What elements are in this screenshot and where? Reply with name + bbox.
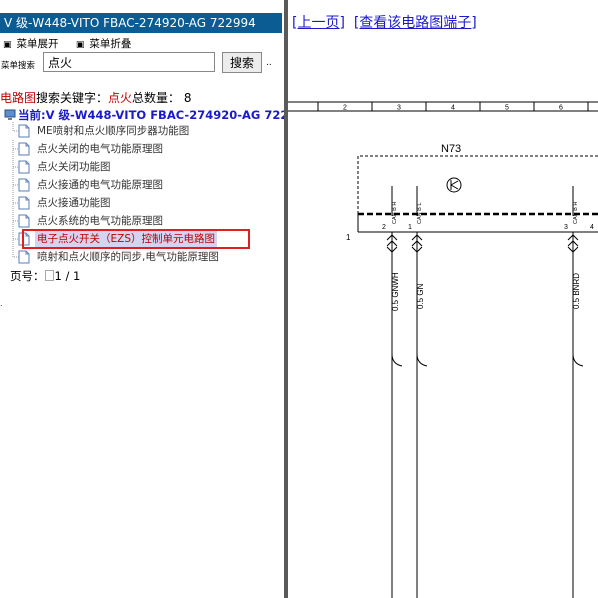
document-icon [18,196,30,210]
wire-label: 0.5 GN [416,283,425,309]
pin-numbers: 2 1 3 4 [382,224,594,231]
ruler-number: 4 [451,105,455,112]
search-result-summary: 电路图搜索关键字：点火总数量： 8 [0,89,192,106]
search-input[interactable] [43,52,215,72]
document-icon [18,178,30,192]
result-keyword-label: 搜索关键字： [36,91,109,105]
row-label: 1 [346,233,351,242]
pin-code: CAN B H [392,202,398,224]
result-count: 8 [183,91,192,105]
result-prefix: 电路图 [0,91,37,105]
expand-menu-button[interactable]: ▣ 菜单展开 [3,38,59,50]
pager-label: 页号： [10,269,45,283]
computer-icon [4,109,16,120]
viewer-nav: [上一页] [查看该电路图端子] [292,12,477,32]
wire-label: 0.5 BNRD [572,273,581,309]
menu-expand-icon: ▣ [3,40,12,50]
collapse-menu-button[interactable]: ▣ 菜单折叠 [76,38,132,50]
tree-item[interactable]: 点火关闭的电气功能原理图 [8,140,284,158]
tree-item-label: ME喷射和点火顺序同步器功能图 [37,125,190,137]
diagram-ruler: 2 3 4 5 6 [288,101,598,112]
document-icon [18,124,30,138]
page-checkbox[interactable] [44,270,54,281]
diagram-viewer: [上一页] [查看该电路图端子] 2 3 4 5 6 N73 1 CAN B H… [288,0,598,598]
tree-item-label: 点火关闭的电气功能原理图 [37,143,163,155]
selection-highlight-box [22,229,250,249]
document-icon [18,160,30,174]
search-label: 菜单搜索 [1,61,36,71]
ruler-number: 5 [505,105,509,112]
search-row: 菜单搜索 搜索 .. [0,52,284,74]
tree-item[interactable]: 点火系统的电气功能原理图 [8,212,284,230]
view-terminal-link[interactable]: [查看该电路图端子] [354,15,477,31]
document-icon [18,250,30,264]
menu-controls: ▣ 菜单展开 ▣ 菜单折叠 [3,36,145,51]
component-label: N73 [441,143,461,155]
current-vehicle-node[interactable]: 当前:V 级-W448-VITO FBAC-274920-AG 722994 [4,107,284,123]
pin-code: CAN B H [573,202,579,224]
left-panel: V 级-W448-VITO FBAC-274920-AG 722994 ▣ 菜单展… [0,0,284,598]
result-keyword: 点火 [108,91,133,105]
ruler-number: 3 [397,105,401,112]
ruler-number: 2 [343,105,347,112]
menu-collapse-icon: ▣ [75,40,85,50]
tree-item-label: 点火关闭功能图 [37,161,111,173]
footer-link[interactable]: . [0,299,3,308]
vehicle-title: V 级-W448-VITO FBAC-274920-AG 722994 [0,13,282,33]
search-button[interactable]: 搜索 [222,52,262,73]
tree-item-label: 点火接通的电气功能原理图 [37,179,163,191]
pager: 页号： 1 / 1 [10,268,80,284]
pin-number: 4 [590,224,594,231]
transistor-icon [446,177,462,193]
prev-page-link[interactable]: [上一页] [292,15,345,31]
pin-number: 1 [408,224,412,231]
pin-code: CAN B L [417,203,423,224]
pin-codes: CAN B H CAN B L CAN B H [391,186,579,224]
tree-item[interactable]: 喷射和点火顺序的同步,电气功能原理图 [8,248,284,266]
wire-label: 0.5 GNWH [391,272,400,311]
tree-item-label: 点火接通功能图 [37,197,111,209]
tree-item[interactable]: ME喷射和点火顺序同步器功能图 [8,122,284,140]
result-count-label: 总数量： [132,91,181,105]
document-icon [18,214,30,228]
tree-item-label: 点火系统的电气功能原理图 [37,215,163,227]
document-icon [18,142,30,156]
pin-number: 2 [382,224,386,231]
tree-item[interactable]: 点火接通功能图 [8,194,284,212]
tree-item[interactable]: 点火接通的电气功能原理图 [8,176,284,194]
wires: 0.5 GNWH 0.5 GN 0.5 BNRD [386,232,584,598]
circuit-diagram: 2 3 4 5 6 N73 1 CAN B H CAN B L CAN B H [288,101,598,598]
pin-number: 3 [564,224,568,231]
search-more[interactable]: .. [266,58,272,68]
tree-item[interactable]: 点火关闭功能图 [8,158,284,176]
tree-item-label: 喷射和点火顺序的同步,电气功能原理图 [37,251,219,263]
pager-value: 1 / 1 [54,269,81,283]
ruler-number: 6 [559,105,563,112]
